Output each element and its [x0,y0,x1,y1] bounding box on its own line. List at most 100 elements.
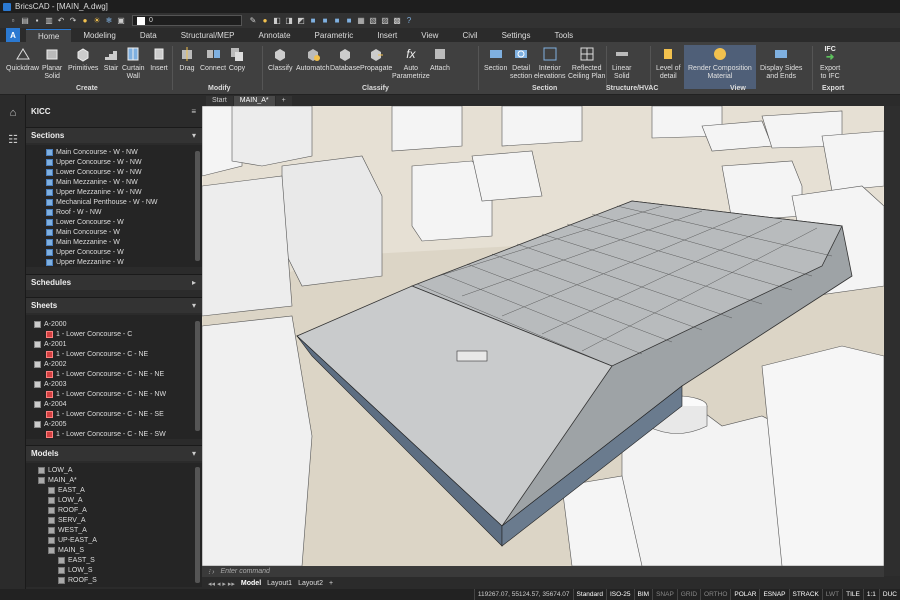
open-folder-icon[interactable]: ▤ [20,16,30,26]
app-menu-icon[interactable]: A [6,28,20,42]
section-button[interactable]: Section [484,45,507,73]
tab-parametric[interactable]: Parametric [303,29,366,42]
model-item[interactable]: UP-EAST_A [34,535,202,545]
layer-off-icon[interactable]: ◨ [284,16,294,26]
layout-nav-arrows-icon[interactable]: ◂◂ ◂ ▸ ▸▸ [208,580,235,588]
primitives-button[interactable]: Primitives [68,45,98,73]
sheet-item[interactable]: A-2002 [34,359,202,369]
sections-scrollbar[interactable] [195,151,200,261]
status-snap[interactable]: SNAP [652,589,677,600]
schedules-header[interactable]: Schedules ▸ [26,274,202,290]
render-composition-material-button[interactable]: Render Composition Material [684,45,756,89]
new-file-icon[interactable]: ▫ [8,16,18,26]
detail-section-button[interactable]: Detail section [510,45,532,81]
model-item[interactable]: ROOF_S [34,575,202,585]
status-standard[interactable]: Standard [572,589,606,600]
material-icon[interactable]: ■ [332,16,342,26]
layer-freeze-icon[interactable]: ❄ [104,16,114,26]
display-sides-and-ends-button[interactable]: Display Sides and Ends [760,45,802,81]
tab-home[interactable]: Home [26,29,72,42]
tab-start[interactable]: Start [206,96,233,106]
models-header[interactable]: Models ▾ [26,445,202,461]
model-item[interactable]: EAST_A [34,485,202,495]
models-scrollbar[interactable] [195,467,200,583]
connect-button[interactable]: Connect [200,45,226,73]
sections-header[interactable]: Sections ▾ [26,127,202,143]
automatch-button[interactable]: Automatch [296,45,329,73]
model-viewport[interactable] [202,106,884,566]
linear-solid-button[interactable]: Linear Solid [612,45,631,81]
collapse-arrow-icon[interactable]: ▾ [192,449,196,458]
curtain-wall-button[interactable]: Curtain Wall [122,45,145,81]
section-item[interactable]: Lower Concourse - W - NW [46,167,202,177]
sheet-item[interactable]: A-2004 [34,399,202,409]
sheets-scrollbar[interactable] [195,321,200,431]
sun-icon[interactable]: ☀ [92,16,102,26]
model-item[interactable]: LOW_S [34,565,202,575]
section-item[interactable]: Main Concourse - W - NW [46,147,202,157]
tab-data[interactable]: Data [128,29,169,42]
calculator-icon[interactable]: ▦ [356,16,366,26]
section-item[interactable]: Lower Concourse - W [46,217,202,227]
status-grid[interactable]: GRID [676,589,700,600]
model-item[interactable]: MAIN_S [34,545,202,555]
attach-button[interactable]: Attach [430,45,450,73]
copy-button[interactable]: Copy [228,45,246,73]
tool-palettes-icon[interactable]: ▩ [392,16,402,26]
section-item[interactable]: Mechanical Penthouse - W - NW [46,197,202,207]
layer-dropdown[interactable]: 0 [132,15,242,26]
command-line[interactable]: ⁝ › Enter command [202,566,884,577]
section-item[interactable]: Main Mezzanine - W [46,237,202,247]
section-item[interactable]: Roof - W - NW [46,207,202,217]
properties-icon[interactable]: ▧ [368,16,378,26]
tab-view[interactable]: View [409,29,450,42]
menu-icon[interactable]: ≡ [191,107,196,116]
redo-icon[interactable]: ↷ [68,16,78,26]
insert-button[interactable]: Insert [150,45,168,73]
status-strack[interactable]: STRACK [788,589,822,600]
collapse-arrow-icon[interactable]: ▾ [192,131,196,140]
light-icon[interactable]: ● [80,16,90,26]
tab-model[interactable]: Model [241,580,261,587]
status-esnap[interactable]: ESNAP [759,589,788,600]
model-item[interactable]: EAST_S [34,555,202,565]
tab-layout2[interactable]: Layout2 [298,580,323,587]
status-iso-25[interactable]: ISO-25 [605,589,634,600]
match-properties-icon[interactable]: ✎ [248,16,258,26]
section-item[interactable]: Upper Concourse - W - NW [46,157,202,167]
tab-insert[interactable]: Insert [365,29,409,42]
section-item[interactable]: Upper Mezzanine - W [46,257,202,267]
model-item[interactable]: ROOF_A [34,505,202,515]
sheet-item[interactable]: A-2000 [34,319,202,329]
status-bim[interactable]: BIM [633,589,653,600]
layer-isolate-icon[interactable]: ◧ [272,16,282,26]
layer-walk-icon[interactable]: ◩ [296,16,306,26]
level-of-detail-button[interactable]: Level of detail [656,45,681,81]
propagate-button[interactable]: Propagate [360,45,392,73]
sheet-item[interactable]: A-2003 [34,379,202,389]
help-icon[interactable]: ? [404,16,414,26]
sheet-view-item[interactable]: 1 - Lower Concourse - C [34,329,202,339]
structure-tree-icon[interactable]: ☷ [6,133,20,147]
model-item[interactable]: LOW_A [34,465,202,475]
classify-button[interactable]: Classify [268,45,293,73]
tab-layout1[interactable]: Layout1 [267,580,292,587]
interior-elevations-button[interactable]: Interior elevations [534,45,566,81]
add-layout-button[interactable]: + [329,580,333,587]
section-item[interactable]: Main Mezzanine - W - NW [46,177,202,187]
section-item[interactable]: Upper Mezzanine - W - NW [46,187,202,197]
export-to-ifc-button[interactable]: IFC ➜ Export to IFC [820,45,840,81]
layer-lock-icon[interactable]: ▣ [116,16,126,26]
sheet-view-item[interactable]: 1 - Lower Concourse - C - NE - SW [34,429,202,439]
stair-button[interactable]: Stair [102,45,120,73]
sheet-view-item[interactable]: 1 - Lower Concourse - C - NE - NE [34,369,202,379]
bulb-icon[interactable]: ● [260,16,270,26]
sheet-item[interactable]: A-2001 [34,339,202,349]
explorer-icon[interactable]: ▨ [380,16,390,26]
tab-structural-mep[interactable]: Structural/MEP [169,29,247,42]
visual-style-icon[interactable]: ■ [344,16,354,26]
sheet-view-item[interactable]: 1 - Lower Concourse - C - NE - SE [34,409,202,419]
tab-settings[interactable]: Settings [490,29,543,42]
undo-icon[interactable]: ↶ [56,16,66,26]
render-icon[interactable]: ■ [320,16,330,26]
